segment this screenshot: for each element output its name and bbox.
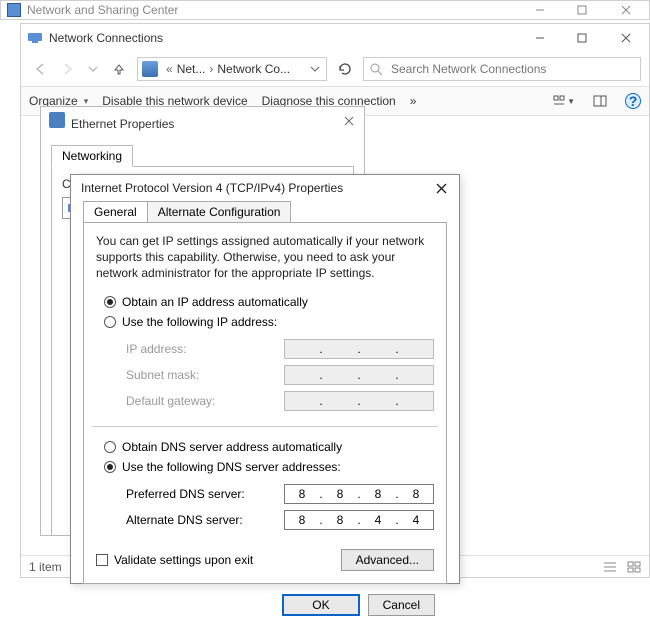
status-item-count: 1 item (29, 560, 62, 574)
radio-icon (104, 441, 116, 453)
chevron-left-icon[interactable]: « (162, 62, 177, 76)
nc-maximize-button[interactable] (561, 28, 603, 48)
view-details-button[interactable] (603, 561, 617, 573)
label-default-gateway: Default gateway: (126, 394, 215, 408)
input-ip-address: ... (284, 339, 434, 359)
window-network-sharing-center: Network and Sharing Center (0, 0, 650, 20)
view-options-button[interactable]: ▼ (553, 90, 575, 112)
dialog-ipv4-properties: Internet Protocol Version 4 (TCP/IPv4) P… (70, 174, 460, 584)
ipv4-title: Internet Protocol Version 4 (TCP/IPv4) P… (81, 181, 343, 195)
nav-back-button[interactable] (29, 57, 53, 81)
address-bar: « Net... › Network Co... (21, 52, 649, 86)
eth-close-button[interactable] (334, 111, 364, 131)
nav-recent-button[interactable] (81, 57, 105, 81)
nav-up-button[interactable] (107, 57, 131, 81)
ipv4-description: You can get IP settings assigned automat… (96, 233, 434, 282)
ipv4-close-button[interactable] (427, 178, 455, 198)
search-box[interactable] (363, 57, 641, 81)
nsc-minimize-button[interactable] (519, 0, 561, 20)
radio-icon (104, 461, 116, 473)
input-preferred-dns[interactable]: 8. 8. 8. 8 (284, 484, 434, 504)
radio-icon (104, 296, 116, 308)
breadcrumb[interactable]: « Net... › Network Co... (137, 57, 327, 81)
cancel-button[interactable]: Cancel (368, 594, 435, 616)
ok-button[interactable]: OK (282, 594, 359, 616)
label-subnet-mask: Subnet mask: (126, 368, 199, 382)
view-large-icons-button[interactable] (627, 561, 641, 573)
breadcrumb-seg-2[interactable]: Network Co... (217, 62, 290, 76)
input-default-gateway: ... (284, 391, 434, 411)
advanced-button[interactable]: Advanced... (341, 549, 434, 571)
nsc-maximize-button[interactable] (561, 0, 603, 20)
nsc-close-button[interactable] (603, 0, 649, 20)
input-subnet-mask: ... (284, 365, 434, 385)
breadcrumb-seg-1[interactable]: Net... (177, 62, 206, 76)
label-ip-address: IP address: (126, 342, 186, 356)
radio-use-following-ip[interactable]: Use the following IP address: (104, 312, 434, 332)
breadcrumb-icon (142, 61, 158, 77)
search-input[interactable] (389, 61, 634, 77)
nav-forward-button[interactable] (55, 57, 79, 81)
tab-alternate-configuration[interactable]: Alternate Configuration (147, 201, 292, 223)
cmd-overflow[interactable]: » (410, 94, 417, 108)
chevron-right-icon: › (205, 62, 217, 76)
refresh-button[interactable] (333, 57, 357, 81)
label-preferred-dns: Preferred DNS server: (126, 487, 245, 501)
network-connections-icon (27, 30, 43, 46)
nc-close-button[interactable] (603, 28, 649, 48)
nc-minimize-button[interactable] (519, 28, 561, 48)
eth-title: Ethernet Properties (71, 117, 174, 131)
breadcrumb-dropdown[interactable] (306, 60, 324, 78)
radio-icon (104, 316, 116, 328)
radio-obtain-dns-automatically[interactable]: Obtain DNS server address automatically (104, 437, 434, 457)
checkbox-validate-settings[interactable]: Validate settings upon exit (96, 550, 253, 570)
radio-use-following-dns[interactable]: Use the following DNS server addresses: (104, 457, 434, 477)
control-panel-icon (7, 3, 21, 17)
tab-general[interactable]: General (83, 201, 148, 223)
tab-networking[interactable]: Networking (51, 145, 133, 167)
ethernet-icon (49, 112, 65, 128)
help-button[interactable]: ? (625, 93, 641, 109)
input-alternate-dns[interactable]: 8. 8. 4. 4 (284, 510, 434, 530)
preview-pane-button[interactable] (589, 90, 611, 112)
nc-title: Network Connections (49, 31, 163, 45)
search-icon (370, 63, 383, 76)
label-alternate-dns: Alternate DNS server: (126, 513, 243, 527)
nsc-title: Network and Sharing Center (27, 3, 178, 17)
checkbox-icon (96, 554, 108, 566)
radio-obtain-ip-automatically[interactable]: Obtain an IP address automatically (104, 292, 434, 312)
